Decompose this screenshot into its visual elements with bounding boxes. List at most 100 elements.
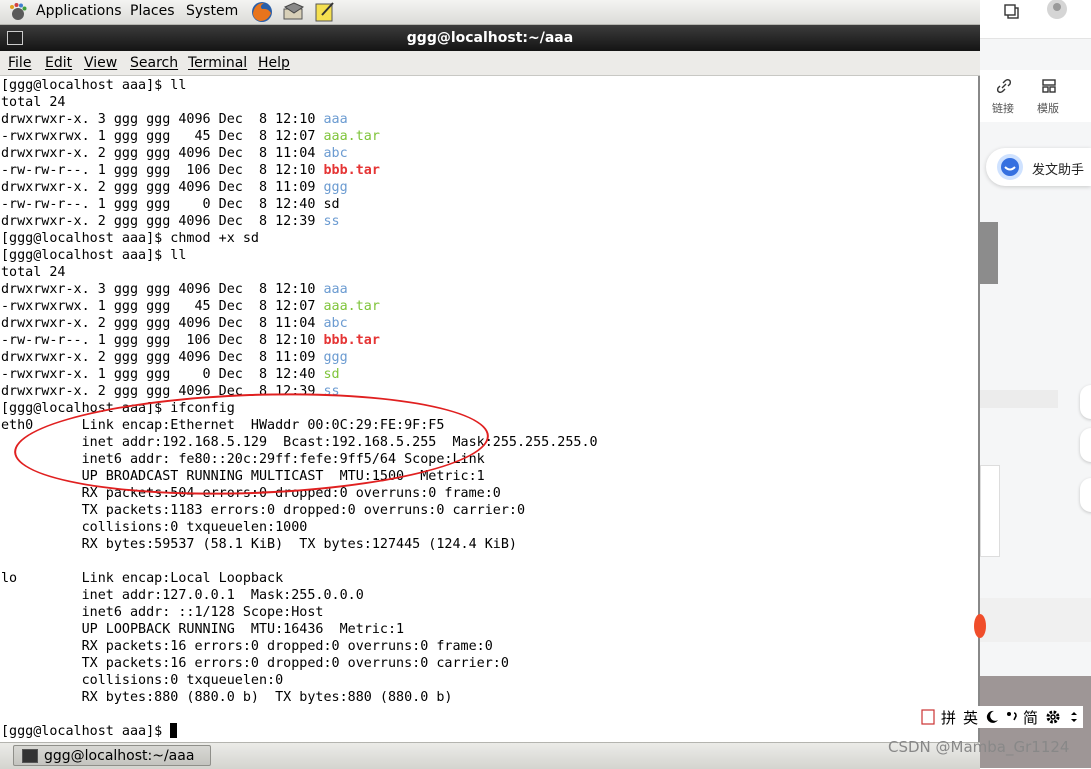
terminal-text-segment: -rwxrwxrwx. 1 ggg ggg 45 Dec 8 12:07 — [1, 129, 324, 144]
terminal-line: -rw-rw-r--. 1 ggg ggg 0 Dec 8 12:40 sd — [1, 196, 598, 213]
taskbar-item-terminal[interactable]: ggg@localhost:~/aaa — [13, 745, 211, 766]
file-name-red: bbb.tar — [323, 163, 380, 178]
terminal-cursor — [170, 723, 178, 738]
terminal-text-segment: [ggg@localhost aaa]$ ll — [1, 78, 187, 93]
menu-edit[interactable]: Edit — [45, 55, 72, 71]
terminal-text-segment: collisions:0 txqueuelen:0 — [1, 673, 284, 688]
file-name-dir: aaa — [323, 112, 348, 127]
menu-file[interactable]: File — [8, 55, 31, 71]
card-fragment — [980, 465, 1000, 557]
terminal-line: drwxrwxr-x. 2 ggg ggg 4096 Dec 8 11:09 g… — [1, 349, 598, 366]
floating-tool-1[interactable] — [1080, 385, 1091, 419]
terminal-line: inet addr:127.0.0.1 Mask:255.0.0.0 — [1, 587, 598, 604]
punctuation-icon[interactable] — [1005, 710, 1019, 724]
menu-applications[interactable]: Applications — [36, 3, 122, 19]
terminal-icon — [22, 749, 38, 763]
link-label: 链接 — [992, 102, 1014, 115]
file-name-dir: abc — [323, 146, 348, 161]
ime-pinyin[interactable]: 拼 — [941, 707, 956, 728]
gear-icon[interactable] — [1045, 709, 1061, 725]
browser-side-strip: 链接 模版 发文助手 — [974, 0, 1091, 768]
terminal-menubar: File Edit View Search Terminal Help — [0, 51, 980, 76]
browser-header — [980, 0, 1091, 39]
terminal-text-segment: drwxrwxr-x. 3 ggg ggg 4096 Dec 8 12:10 — [1, 282, 324, 297]
menu-view[interactable]: View — [84, 55, 117, 71]
bottom-taskbar: ggg@localhost:~/aaa — [0, 742, 980, 769]
terminal-line: collisions:0 txqueuelen:0 — [1, 672, 598, 689]
notes-icon[interactable] — [313, 1, 337, 23]
moon-icon[interactable] — [985, 710, 999, 724]
terminal-line: -rwxrwxrwx. 1 ggg ggg 45 Dec 8 12:07 aaa… — [1, 128, 598, 145]
terminal-text-segment: -rw-rw-r--. 1 ggg ggg 0 Dec 8 12:40 sd — [1, 197, 340, 212]
terminal-line: -rwxrwxrwx. 1 ggg ggg 45 Dec 8 12:07 aaa… — [1, 298, 598, 315]
menu-search[interactable]: Search — [130, 55, 178, 71]
watermark: CSDN @Mamba_Gr1124 — [888, 738, 1070, 756]
chevron-updown-icon[interactable] — [1069, 711, 1079, 723]
copy-icon[interactable] — [1004, 4, 1020, 20]
terminal-line: -rwxrwxr-x. 1 ggg ggg 0 Dec 8 12:40 sd — [1, 366, 598, 383]
terminal-text-segment: TX packets:1183 errors:0 dropped:0 overr… — [1, 503, 526, 518]
terminal-line: TX packets:1183 errors:0 dropped:0 overr… — [1, 502, 598, 519]
terminal-text-segment: RX bytes:59537 (58.1 KiB) TX bytes:12744… — [1, 537, 517, 552]
terminal-text-segment: inet6 addr: ::1/128 Scope:Host — [1, 605, 324, 620]
link-icon[interactable] — [996, 78, 1012, 94]
terminal-text-segment: UP LOOPBACK RUNNING MTU:16436 Metric:1 — [1, 622, 405, 637]
terminal-line: RX bytes:880 (880.0 b) TX bytes:880 (880… — [1, 689, 598, 706]
terminal-line: drwxrwxr-x. 2 ggg ggg 4096 Dec 8 12:39 s… — [1, 213, 598, 230]
terminal-line: drwxrwxr-x. 3 ggg ggg 4096 Dec 8 12:10 a… — [1, 111, 598, 128]
file-name-dir: aaa — [323, 282, 348, 297]
footer-panel — [980, 598, 1091, 642]
terminal-text-segment: total 24 — [1, 265, 66, 280]
firefox-icon[interactable] — [250, 1, 274, 23]
terminal-line: drwxrwxr-x. 3 ggg ggg 4096 Dec 8 12:10 a… — [1, 281, 598, 298]
gnome-foot-icon[interactable] — [8, 2, 28, 22]
file-name-dir: ggg — [323, 350, 348, 365]
terminal-line: [ggg@localhost aaa]$ ll — [1, 77, 598, 94]
floating-tool-3[interactable] — [1080, 478, 1091, 512]
side-panel-fragment — [980, 222, 998, 284]
window-titlebar[interactable]: ggg@localhost:~/aaa — [0, 25, 980, 51]
terminal-text-segment: drwxrwxr-x. 3 ggg ggg 4096 Dec 8 12:10 — [1, 112, 324, 127]
menu-places[interactable]: Places — [130, 3, 175, 19]
top-panel: Applications Places System — [0, 0, 980, 25]
terminal-text-segment: lo Link encap:Local Loopback — [1, 571, 284, 586]
terminal-line: lo Link encap:Local Loopback — [1, 570, 598, 587]
ime-tool-icon[interactable] — [921, 709, 935, 725]
terminal-text-segment: RX bytes:880 (880.0 b) TX bytes:880 (880… — [1, 690, 453, 705]
avatar[interactable] — [1046, 0, 1068, 20]
terminal-text-segment: drwxrwxr-x. 2 ggg ggg 4096 Dec 8 12:39 — [1, 214, 324, 229]
terminal-text-segment: -rwxrwxrwx. 1 ggg ggg 45 Dec 8 12:07 — [1, 299, 324, 314]
terminal-line: UP LOOPBACK RUNNING MTU:16436 Metric:1 — [1, 621, 598, 638]
menu-help[interactable]: Help — [258, 55, 290, 71]
file-name-tar: aaa.tar — [323, 299, 380, 314]
terminal-text-segment: RX packets:16 errors:0 dropped:0 overrun… — [1, 639, 493, 654]
terminal-text-segment: -rw-rw-r--. 1 ggg ggg 106 Dec 8 12:10 — [1, 163, 324, 178]
floating-tool-2[interactable] — [1080, 428, 1091, 462]
terminal-text-segment: drwxrwxr-x. 2 ggg ggg 4096 Dec 8 11:09 — [1, 350, 324, 365]
terminal-text-segment: [ggg@localhost aaa]$ ll — [1, 248, 187, 263]
terminal-text-segment: drwxrwxr-x. 2 ggg ggg 4096 Dec 8 11:04 — [1, 316, 324, 331]
terminal-line: -rw-rw-r--. 1 ggg ggg 106 Dec 8 12:10 bb… — [1, 162, 598, 179]
terminal-line: drwxrwxr-x. 2 ggg ggg 4096 Dec 8 11:04 a… — [1, 315, 598, 332]
assistant-button[interactable]: 发文助手 — [986, 148, 1091, 186]
terminal-line: [ggg@localhost aaa]$ ll — [1, 247, 598, 264]
terminal-text-segment: TX packets:16 errors:0 dropped:0 overrun… — [1, 656, 509, 671]
file-name-dir: ggg — [323, 180, 348, 195]
template-icon[interactable] — [1041, 78, 1057, 94]
mail-icon[interactable] — [282, 1, 306, 23]
ime-simplified[interactable]: 简 — [1023, 707, 1038, 728]
menu-system[interactable]: System — [186, 3, 238, 19]
menu-terminal[interactable]: Terminal — [188, 55, 247, 71]
terminal-text-segment: -rwxrwxr-x. 1 ggg ggg 0 Dec 8 12:40 — [1, 367, 324, 382]
terminal-text-segment: [ggg@localhost aaa]$ chmod +x sd — [1, 231, 259, 246]
terminal-text-segment: drwxrwxr-x. 2 ggg ggg 4096 Dec 8 11:04 — [1, 146, 324, 161]
ime-english[interactable]: 英 — [963, 707, 978, 728]
divider — [980, 390, 1058, 408]
terminal-line: total 24 — [1, 264, 598, 281]
red-dot — [974, 614, 986, 638]
taskbar-item-label: ggg@localhost:~/aaa — [44, 748, 195, 764]
terminal-line: drwxrwxr-x. 2 ggg ggg 4096 Dec 8 11:09 g… — [1, 179, 598, 196]
terminal-line: TX packets:16 errors:0 dropped:0 overrun… — [1, 655, 598, 672]
terminal-text-segment: total 24 — [1, 95, 66, 110]
window-title: ggg@localhost:~/aaa — [406, 30, 574, 46]
